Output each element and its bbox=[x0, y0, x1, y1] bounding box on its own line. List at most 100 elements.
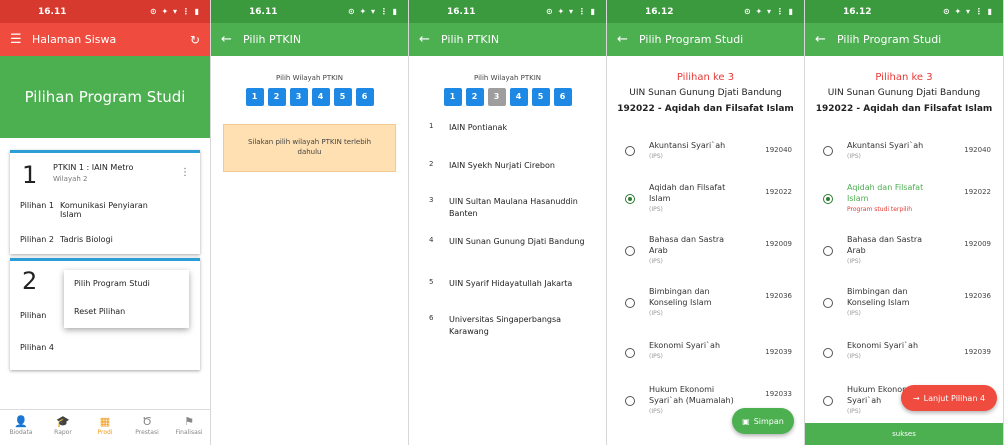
item-number: 4 bbox=[429, 236, 434, 244]
item-number: 3 bbox=[429, 196, 434, 204]
save-icon: ▣ bbox=[742, 416, 750, 426]
status-bar: 16.12 ⊙ ✦ ▾ ⋮ ▮ bbox=[805, 0, 1003, 23]
list-item[interactable]: 4 UIN Sunan Gunung Djati Bandung bbox=[409, 236, 606, 248]
screen-pilih-ptkin-list: 16.11 ⊙ ✦ ▾ ⋮ ▮ ← Pilih PTKIN Pilih Wila… bbox=[409, 0, 607, 445]
wilayah-button[interactable]: 5 bbox=[531, 88, 550, 106]
nav-label: Rapor bbox=[54, 429, 72, 436]
study-name-selected: Aqidah dan Filsafat Islam Program studi t… bbox=[847, 183, 924, 213]
back-arrow-icon[interactable]: ← bbox=[617, 32, 639, 47]
choice-row: Pilihan bbox=[20, 311, 46, 320]
refresh-icon[interactable]: ↻ bbox=[190, 33, 200, 47]
next-choice-label: Lanjut Pilihan 4 bbox=[923, 393, 986, 403]
screen-pilih-program-studi-selected: 16.12 ⊙ ✦ ▾ ⋮ ▮ ← Pilih Program Studi Pi… bbox=[805, 0, 1004, 445]
save-button[interactable]: ▣ Simpan bbox=[732, 408, 794, 434]
menu-item-pilih-program-studi[interactable]: Pilih Program Studi bbox=[64, 270, 189, 298]
nav-prestasi[interactable]: Ծ Prestasi bbox=[126, 410, 168, 445]
choice-row: Pilihan 1 Komunikasi Penyiaran Islam bbox=[20, 201, 165, 219]
study-code: 192039 bbox=[964, 348, 991, 356]
radio-button[interactable] bbox=[625, 348, 635, 358]
medal-icon: Ծ bbox=[142, 415, 152, 428]
nav-rapor[interactable]: 🎓 Rapor bbox=[42, 410, 84, 445]
next-choice-button[interactable]: → Lanjut Pilihan 4 bbox=[901, 385, 997, 411]
university-name: UIN Sunan Gunung Djati Bandung bbox=[827, 88, 981, 98]
warning-message: Silakan pilih wilayah PTKIN terlebih dah… bbox=[223, 124, 396, 172]
nav-label: Biodata bbox=[9, 429, 33, 436]
radio-button[interactable] bbox=[625, 246, 635, 256]
nav-label: Prodi bbox=[97, 429, 113, 436]
screen-pilih-program-studi: 16.12 ⊙ ✦ ▾ ⋮ ▮ ← Pilih Program Studi Pi… bbox=[607, 0, 805, 445]
app-bar: ← Pilih Program Studi bbox=[805, 23, 1003, 56]
wilayah-button[interactable]: 2 bbox=[465, 88, 484, 106]
system-icons: ⊙ ✦ ▾ ⋮ ▮ bbox=[943, 7, 993, 16]
radio-button[interactable] bbox=[823, 298, 833, 308]
nav-prodi[interactable]: ▦ Prodi bbox=[84, 410, 126, 445]
radio-button[interactable] bbox=[823, 396, 833, 406]
status-time: 16.11 bbox=[447, 6, 476, 17]
more-options-icon[interactable]: ⋮ bbox=[180, 167, 190, 178]
system-icons: ⊙ ✦ ▾ ⋮ ▮ bbox=[348, 7, 398, 16]
radio-button[interactable] bbox=[823, 146, 833, 156]
app-bar: ← Pilih PTKIN bbox=[409, 23, 606, 56]
menu-icon[interactable]: ☰ bbox=[10, 32, 32, 47]
study-code: 192040 bbox=[765, 146, 792, 154]
study-name: Aqidah dan Filsafat Islam (IPS) bbox=[649, 183, 726, 213]
hero-title: Pilihan Program Studi bbox=[0, 56, 210, 138]
card-ptkin: PTKIN 1 : IAIN Metro bbox=[53, 163, 134, 172]
status-bar: 16.11 ⊙ ✦ ▾ ⋮ ▮ bbox=[211, 0, 408, 23]
status-bar: 16.11 ⊙ ✦ ▾ ⋮ ▮ bbox=[0, 0, 210, 23]
wilayah-button[interactable]: 5 bbox=[333, 88, 352, 106]
wilayah-button[interactable]: 2 bbox=[267, 88, 286, 106]
wilayah-button[interactable]: 6 bbox=[553, 88, 572, 106]
wilayah-label: Pilih Wilayah PTKIN bbox=[276, 74, 343, 82]
pilihan-ke: Pilihan ke 3 bbox=[676, 72, 735, 83]
wilayah-button[interactable]: 3 bbox=[289, 88, 308, 106]
wilayah-buttons: 1 2 3 4 5 6 bbox=[211, 88, 408, 106]
snackbar: sukses bbox=[805, 423, 1003, 445]
wilayah-button[interactable]: 1 bbox=[245, 88, 264, 106]
status-bar: 16.11 ⊙ ✦ ▾ ⋮ ▮ bbox=[409, 0, 606, 23]
nav-biodata[interactable]: 👤 Biodata bbox=[0, 410, 42, 445]
radio-button[interactable] bbox=[625, 298, 635, 308]
radio-button[interactable] bbox=[823, 246, 833, 256]
flag-icon: ⚑ bbox=[184, 415, 194, 428]
choice-row: Pilihan 4 bbox=[20, 343, 54, 352]
list-item[interactable]: 1 IAIN Pontianak bbox=[409, 122, 606, 134]
list-item[interactable]: 5 UIN Syarif Hidayatullah Jakarta bbox=[409, 278, 606, 290]
item-number: 1 bbox=[429, 122, 434, 130]
wilayah-button[interactable]: 1 bbox=[443, 88, 462, 106]
program-name: 192022 - Aqidah dan Filsafat Islam bbox=[815, 104, 993, 114]
radio-button-selected[interactable] bbox=[823, 194, 833, 204]
wilayah-button[interactable]: 6 bbox=[355, 88, 374, 106]
building-icon: ▦ bbox=[99, 415, 111, 428]
status-time: 16.11 bbox=[38, 6, 67, 17]
item-name: IAIN Syekh Nurjati Cirebon bbox=[449, 161, 555, 170]
nav-finalisasi[interactable]: ⚑ Finalisasi bbox=[168, 410, 210, 445]
status-time: 16.12 bbox=[645, 6, 674, 17]
back-arrow-icon[interactable]: ← bbox=[419, 32, 441, 47]
status-time: 16.11 bbox=[249, 6, 278, 17]
study-code: 192036 bbox=[964, 292, 991, 300]
radio-button[interactable] bbox=[823, 348, 833, 358]
radio-button[interactable] bbox=[625, 146, 635, 156]
menu-item-reset-pilihan[interactable]: Reset Pilihan bbox=[64, 298, 189, 326]
app-title: Pilih Program Studi bbox=[639, 33, 744, 46]
back-arrow-icon[interactable]: ← bbox=[221, 32, 243, 47]
study-name: Akuntansi Syari`ah (IPS) bbox=[649, 141, 726, 160]
back-arrow-icon[interactable]: ← bbox=[815, 32, 837, 47]
choice-card-1: 1 PTKIN 1 : IAIN Metro Wilayah 2 ⋮ Pilih… bbox=[10, 150, 200, 254]
wilayah-button-selected[interactable]: 3 bbox=[487, 88, 506, 106]
radio-button-selected[interactable] bbox=[625, 194, 635, 204]
list-item[interactable]: 2 IAIN Syekh Nurjati Cirebon bbox=[409, 160, 606, 172]
app-title: Pilih PTKIN bbox=[243, 33, 302, 46]
list-item[interactable]: 3 UIN Sultan Maulana Hasanuddin Banten bbox=[409, 196, 606, 220]
context-menu: Pilih Program Studi Reset Pilihan bbox=[64, 270, 189, 328]
wilayah-button[interactable]: 4 bbox=[509, 88, 528, 106]
wilayah-button[interactable]: 4 bbox=[311, 88, 330, 106]
item-name: IAIN Pontianak bbox=[449, 123, 508, 132]
choice-label: Pilihan bbox=[20, 311, 47, 320]
app-title: Pilih Program Studi bbox=[837, 33, 942, 46]
system-icons: ⊙ ✦ ▾ ⋮ ▮ bbox=[744, 7, 794, 16]
app-title: Halaman Siswa bbox=[32, 33, 117, 46]
radio-button[interactable] bbox=[625, 396, 635, 406]
list-item[interactable]: 6 Universitas Singaperbangsa Karawang bbox=[409, 314, 606, 338]
